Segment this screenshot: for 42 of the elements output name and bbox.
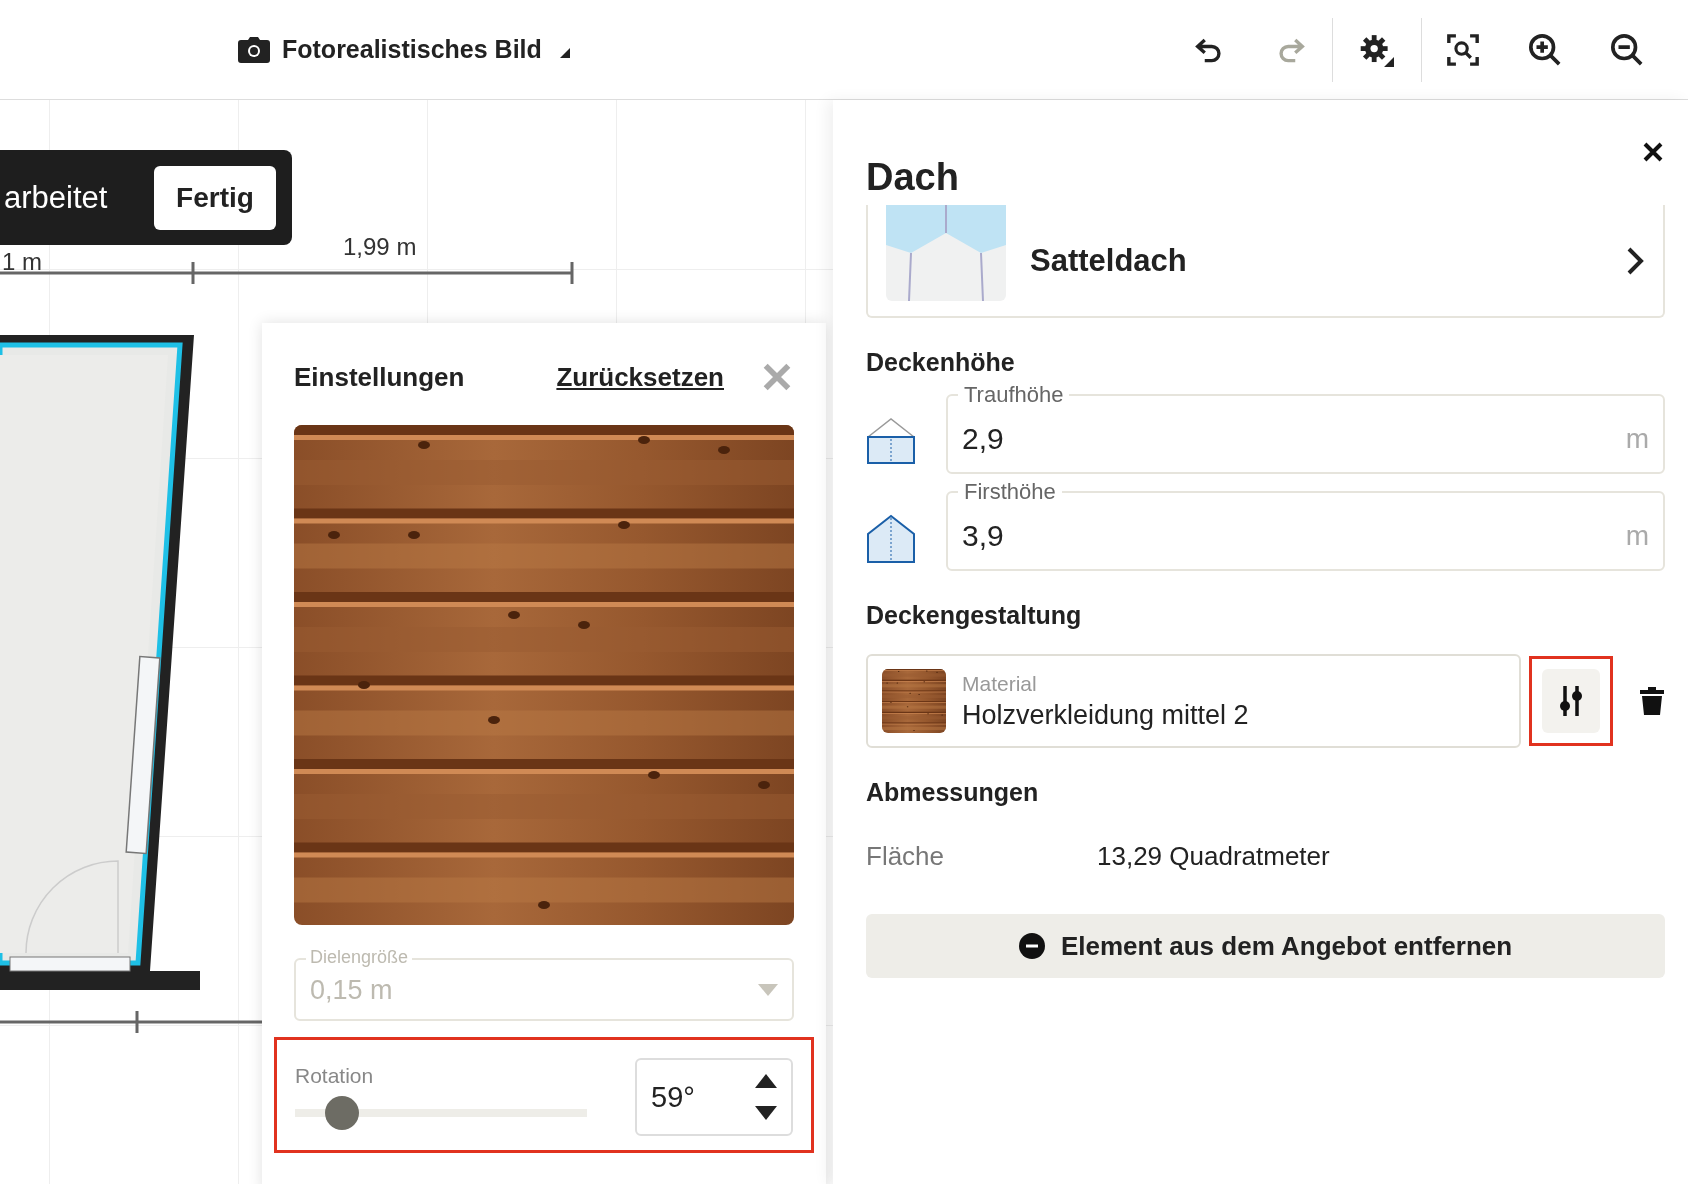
- adjust-button[interactable]: [1542, 669, 1600, 733]
- minus-circle-icon: [1018, 933, 1045, 959]
- property-label: Fläche: [866, 841, 946, 872]
- section-heading: Deckengestaltung: [866, 601, 1083, 630]
- section-heading: Abmessungen: [866, 778, 1040, 807]
- rotation-label: Rotation: [295, 1064, 375, 1088]
- delete-button[interactable]: [1639, 686, 1665, 716]
- panel-title: Dach: [866, 156, 959, 199]
- zoom-out-icon: [1610, 32, 1644, 67]
- zoom-in-icon: [1528, 32, 1562, 67]
- decrement-button[interactable]: [755, 1106, 777, 1120]
- wood-material-thumbnail: [882, 669, 946, 733]
- down-arrow-icon: [755, 1106, 777, 1120]
- camera-icon: [238, 36, 270, 63]
- property-value: 13,29 Quadratmeter: [1097, 841, 1330, 872]
- reset-link[interactable]: Zurücksetzen: [556, 361, 724, 393]
- material-selector[interactable]: Material Holzverkleidung mittel 2: [866, 654, 1521, 748]
- dimension-label: 1 m: [2, 248, 42, 276]
- increment-button[interactable]: [755, 1074, 777, 1088]
- dropdown-caret-icon: [758, 984, 778, 996]
- render-mode-button[interactable]: Fotorealistisches Bild: [238, 35, 570, 64]
- roof-type-card[interactable]: Satteldach: [866, 205, 1665, 318]
- trash-icon: [1639, 686, 1665, 716]
- remove-from-offer-button[interactable]: Element aus dem Angebot entfernen: [866, 914, 1665, 978]
- eaves-height-icon: [866, 416, 916, 467]
- edit-status-text: arbeitet: [4, 179, 108, 216]
- dimension-label: 1,99 m: [343, 233, 417, 261]
- close-icon: [1641, 140, 1665, 164]
- roof-type-name: Satteldach: [1030, 242, 1187, 279]
- section-heading: Deckenhöhe: [866, 348, 1016, 377]
- height-input-field[interactable]: Traufhöhe 2,9 m: [946, 381, 1665, 474]
- slider-thumb[interactable]: [324, 1096, 359, 1130]
- height-input-field[interactable]: Firsthöhe 3,9 m: [946, 478, 1665, 571]
- focus-search-icon: [1446, 32, 1480, 67]
- done-button[interactable]: Fertig: [154, 165, 276, 230]
- caret-icon: [559, 48, 570, 58]
- up-arrow-icon: [755, 1074, 777, 1088]
- ridge-height-icon: [866, 513, 916, 564]
- popup-title: Einstellungen: [294, 361, 465, 393]
- chevron-right-icon: [1625, 245, 1645, 276]
- rotation-input[interactable]: 59°: [635, 1058, 793, 1136]
- close-button[interactable]: [1641, 140, 1665, 164]
